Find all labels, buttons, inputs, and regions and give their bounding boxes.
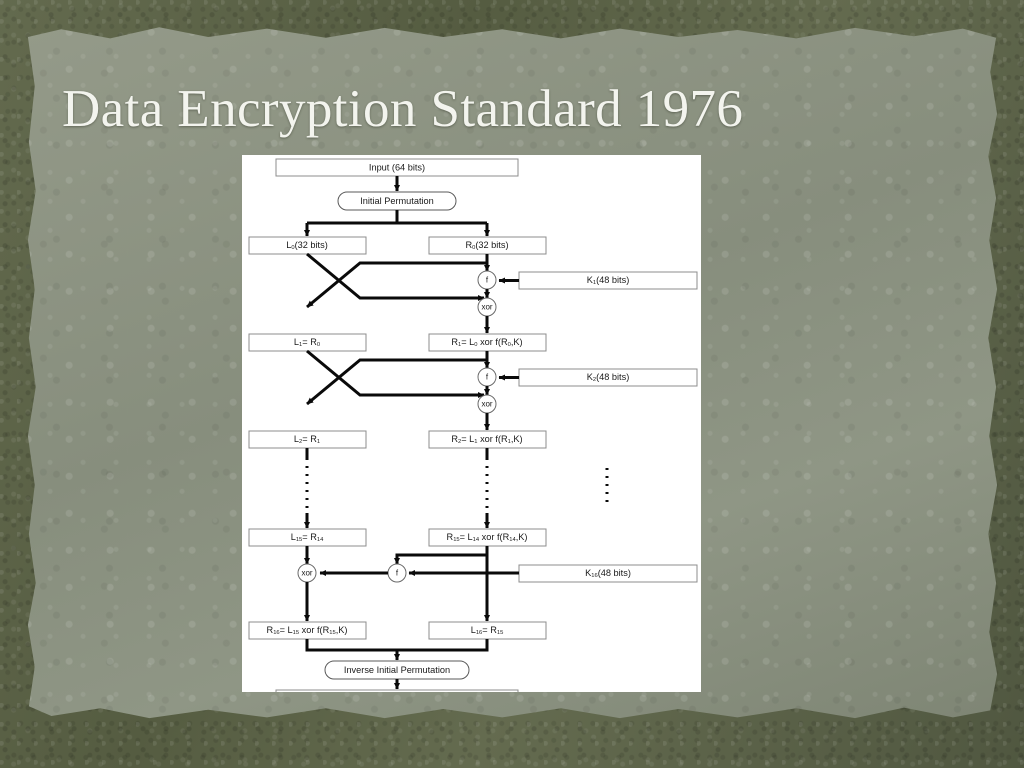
- node-input-label: Input (64 bits): [369, 163, 425, 173]
- node-R16-label: R16= L15 xor f(R15,K): [267, 626, 348, 636]
- op-xor-label: xor: [481, 400, 492, 409]
- edge-L0-to-xor1: [306, 252, 485, 302]
- node-ip-label: Initial Permutation: [360, 196, 434, 206]
- node-L1-box: L1= R0: [248, 333, 367, 352]
- op-xor-round16: xor: [297, 563, 317, 583]
- op-f-round16: f: [387, 563, 407, 583]
- edge-r1-to-L2: [306, 358, 487, 406]
- edge-r0-to-L1: [306, 261, 487, 309]
- node-L2-box: L2= R1: [248, 430, 367, 449]
- edge-merge-bar: [305, 639, 489, 652]
- node-K2-box: K2(48 bits): [518, 368, 698, 387]
- op-xor-round2: xor: [477, 394, 497, 414]
- slide: Data Encryption Standard 1976 Input (64 …: [0, 0, 1024, 768]
- node-iip-label: Inverse Initial Permutation: [344, 665, 450, 675]
- node-input-box: Input (64 bits): [275, 158, 519, 177]
- node-output-box: Output (64 bits): [275, 689, 519, 692]
- node-R0-box: R0(32 bits): [428, 236, 547, 255]
- edge-R15-to-f16: [393, 553, 487, 565]
- node-initial-permutation: Initial Permutation: [337, 191, 457, 211]
- node-L0-box: L0(32 bits): [248, 236, 367, 255]
- node-R16-box: R16= L15 xor f(R15,K): [248, 621, 367, 640]
- node-K16-box: K16(48 bits): [518, 564, 698, 583]
- node-R0-label: R0(32 bits): [465, 241, 508, 251]
- node-L15-box: L15= R14: [248, 528, 367, 547]
- node-L2-label: L2= R1: [294, 435, 320, 445]
- op-xor-label: xor: [301, 569, 312, 578]
- node-R1-box: R1= L0 xor f(R0,K): [428, 333, 547, 352]
- node-inverse-initial-permutation: Inverse Initial Permutation: [324, 660, 470, 680]
- node-K1-box: K1(48 bits): [518, 271, 698, 290]
- node-R2-box: R2= L1 xor f(R1,K): [428, 430, 547, 449]
- edge-L1-to-xor2: [306, 349, 485, 399]
- op-f-round1: f: [477, 270, 497, 290]
- node-L1-label: L1= R0: [294, 338, 320, 348]
- node-R15-box: R15= L14 xor f(R14,K): [428, 528, 547, 547]
- node-R15-label: R15= L14 xor f(R14,K): [447, 533, 528, 543]
- op-f-round2: f: [477, 367, 497, 387]
- node-R1-label: R1= L0 xor f(R0,K): [451, 338, 522, 348]
- op-xor-round1: xor: [477, 297, 497, 317]
- des-diagram-image: Input (64 bits) Initial Permutation L0(3…: [242, 155, 701, 692]
- node-L16-box: L16= R15: [428, 621, 547, 640]
- page-title: Data Encryption Standard 1976: [62, 80, 744, 138]
- node-R2-label: R2= L1 xor f(R1,K): [451, 435, 522, 445]
- des-feistel-diagram: Input (64 bits) Initial Permutation L0(3…: [248, 158, 698, 692]
- op-xor-label: xor: [481, 303, 492, 312]
